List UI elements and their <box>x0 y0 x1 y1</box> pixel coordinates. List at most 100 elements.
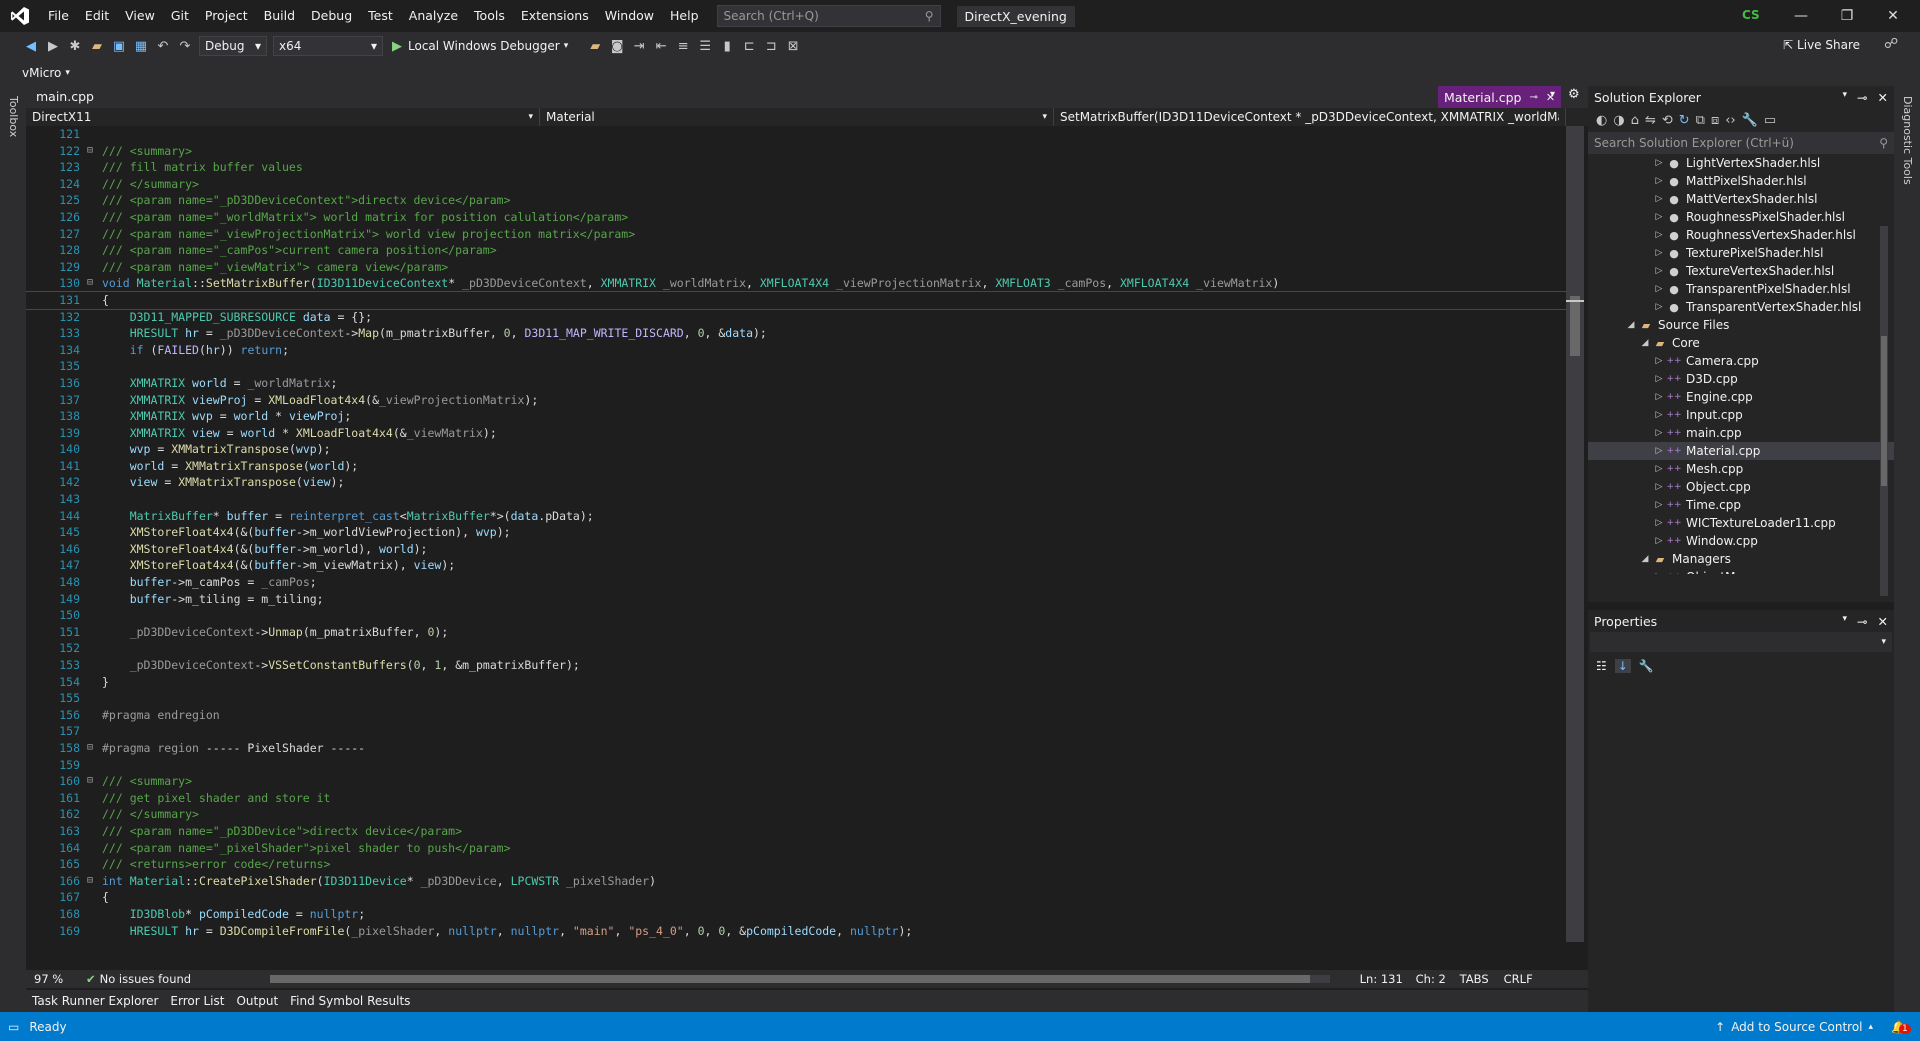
menu-item-analyze[interactable]: Analyze <box>401 0 466 32</box>
bookmark-clear-icon[interactable]: ⊠ <box>784 37 802 55</box>
collapsed-arrow-icon[interactable]: ▷ <box>1652 176 1666 186</box>
undo-icon[interactable]: ↶ <box>154 37 172 55</box>
new-project-icon[interactable]: ✱ <box>66 37 84 55</box>
back-icon[interactable]: ◐ <box>1596 113 1607 128</box>
tree-item[interactable]: ▷ ++ Input.cpp <box>1588 406 1894 424</box>
collapsed-arrow-icon[interactable]: ▷ <box>1652 266 1666 276</box>
collapsed-arrow-icon[interactable]: ▷ <box>1652 194 1666 204</box>
code-line[interactable]: 130 ⊟ void Material::SetMatrixBuffer(ID3D1… <box>26 275 1566 292</box>
code-line[interactable]: 160 ⊟ /// <summary> <box>26 773 1566 790</box>
tree-item[interactable]: ▷ ++ Time.cpp <box>1588 496 1894 514</box>
fold-marker-icon[interactable]: ⊟ <box>84 143 96 160</box>
visual-studio-logo-icon[interactable] <box>0 0 40 32</box>
bookmark-prev-icon[interactable]: ⊏ <box>740 37 758 55</box>
menu-item-git[interactable]: Git <box>163 0 197 32</box>
collapsed-arrow-icon[interactable]: ▷ <box>1652 446 1666 456</box>
menu-item-window[interactable]: Window <box>597 0 662 32</box>
collapsed-arrow-icon[interactable]: ▷ <box>1652 518 1666 528</box>
comment-icon[interactable]: ≡ <box>674 37 692 55</box>
search-box[interactable]: Search (Ctrl+Q) ⚲ <box>716 5 941 27</box>
scrollbar-thumb[interactable] <box>1570 296 1580 356</box>
close-window-icon[interactable]: ✕ <box>1870 0 1916 32</box>
hscroll-thumb[interactable] <box>269 975 1310 983</box>
collapsed-arrow-icon[interactable]: ▷ <box>1652 410 1666 420</box>
tree-item[interactable]: ▷ ++ Camera.cpp <box>1588 352 1894 370</box>
history-icon[interactable]: ⟲ <box>1662 113 1673 128</box>
code-line[interactable]: 147 XMStoreFloat4x4(&(buffer->m_viewMatr… <box>26 557 1566 574</box>
code-line[interactable]: 162 /// </summary> <box>26 806 1566 823</box>
editor-horizontal-scrollbar[interactable] <box>269 975 1330 983</box>
code-editor[interactable]: 121 122 ⊟ /// <summary> 123 /// fill matrix b… <box>26 126 1566 942</box>
code-line[interactable]: 158 ⊟ #pragma region ----- PixelShader ---… <box>26 740 1566 757</box>
collapsed-arrow-icon[interactable]: ▷ <box>1652 284 1666 294</box>
code-line[interactable]: 159 <box>26 757 1566 774</box>
code-line[interactable]: 131 { <box>26 290 1566 310</box>
collapsed-arrow-icon[interactable]: ▷ <box>1652 356 1666 366</box>
menu-item-project[interactable]: Project <box>197 0 256 32</box>
fold-marker-icon[interactable]: ⊟ <box>84 740 96 757</box>
scrollbar-thumb[interactable] <box>1881 336 1887 486</box>
collapsed-arrow-icon[interactable]: ▷ <box>1652 536 1666 546</box>
tree-item[interactable]: ▷ ● RoughnessPixelShader.hlsl <box>1588 208 1894 226</box>
tree-item[interactable]: ▷ ● TextureVertexShader.hlsl <box>1588 262 1894 280</box>
fold-marker-icon[interactable]: ⊟ <box>84 873 96 890</box>
code-line[interactable]: 123 /// fill matrix buffer values <box>26 159 1566 176</box>
tree-item[interactable]: ▷ ++ Object.cpp <box>1588 478 1894 496</box>
tree-item[interactable]: ◢ ▰ Source Files <box>1588 316 1894 334</box>
tree-item[interactable]: ▷++ ObjectManager.cpp <box>1588 568 1894 574</box>
chevron-down-icon[interactable]: ▾ <box>65 68 70 78</box>
forward-icon[interactable]: ◑ <box>1613 113 1624 128</box>
tree-item[interactable]: ▷ ++ Window.cpp <box>1588 532 1894 550</box>
tab-overflow-icon[interactable]: ▾ <box>1550 89 1555 100</box>
code-line[interactable]: 129 /// <param name="_viewMatrix"> camera… <box>26 259 1566 276</box>
chevron-down-icon[interactable]: ▾ <box>564 41 569 51</box>
indent-mode[interactable]: TABS <box>1460 972 1504 986</box>
collapsed-arrow-icon[interactable]: ▷ <box>1652 428 1666 438</box>
open-folder-icon[interactable]: ▰ <box>88 37 106 55</box>
code-line[interactable]: 153 _pD3DDeviceContext->VSSetConstantBuf… <box>26 657 1566 674</box>
code-line[interactable]: 134 if (FAILED(hr)) return; <box>26 342 1566 359</box>
toolbox-tab[interactable]: Toolbox <box>7 96 20 137</box>
wrench-icon[interactable]: 🔧 <box>1742 113 1758 128</box>
bookmark-icon[interactable]: ▮ <box>718 37 736 55</box>
collapsed-arrow-icon[interactable]: ▷ <box>1652 212 1666 222</box>
sync-icon[interactable]: ⇋ <box>1645 113 1656 128</box>
preview-icon[interactable]: ▭ <box>1764 113 1776 128</box>
collapsed-arrow-icon[interactable]: ▷ <box>1652 500 1666 510</box>
tree-item[interactable]: ▷ ● MattPixelShader.hlsl <box>1588 172 1894 190</box>
code-line[interactable]: 133 HRESULT hr = _pD3DDeviceContext->Map… <box>26 325 1566 342</box>
code-line[interactable]: 150 <box>26 607 1566 624</box>
code-line[interactable]: 142 view = XMMatrixTranspose(view); <box>26 474 1566 491</box>
project-dropdown[interactable]: DirectX11 ▾ <box>26 108 540 126</box>
menu-item-extensions[interactable]: Extensions <box>513 0 597 32</box>
tree-scrollbar[interactable] <box>1880 226 1888 596</box>
tree-item[interactable]: ▷ ++ Engine.cpp <box>1588 388 1894 406</box>
tree-item[interactable]: ▷ ++ D3D.cpp <box>1588 370 1894 388</box>
feedback-icon[interactable]: ☍ <box>1884 36 1898 52</box>
tree-item[interactable]: ▷ ● TexturePixelShader.hlsl <box>1588 244 1894 262</box>
gear-icon[interactable]: ⚙ <box>1568 87 1580 102</box>
code-line[interactable]: 168 ID3DBlob* pCompiledCode = nullptr; <box>26 906 1566 923</box>
tab-main-cpp[interactable]: main.cpp <box>36 86 94 108</box>
zoom-level[interactable]: 97 % <box>26 972 86 986</box>
tree-item[interactable]: ▷ ++ Mesh.cpp <box>1588 460 1894 478</box>
code-line[interactable]: 163 /// <param name="_pD3DDevice">directx… <box>26 823 1566 840</box>
bottom-tab[interactable]: Find Symbol Results <box>284 994 416 1008</box>
code-line[interactable]: 157 <box>26 723 1566 740</box>
properties-object-dropdown[interactable]: ▾ <box>1590 632 1892 652</box>
code-line[interactable]: 128 /// <param name="_camPos">current cam… <box>26 242 1566 259</box>
bottom-tab[interactable]: Output <box>230 994 284 1008</box>
tree-item[interactable]: ▷ ++ Material.cpp <box>1588 442 1894 460</box>
configuration-dropdown[interactable]: Debug ▾ <box>199 36 267 56</box>
play-icon[interactable]: ▶ <box>388 37 406 55</box>
pin-icon[interactable]: ⊸ <box>1530 92 1538 103</box>
code-line[interactable]: 151 _pD3DDeviceContext->Unmap(m_pmatrixB… <box>26 624 1566 641</box>
code-line[interactable]: 154} <box>26 674 1566 691</box>
folder-icon[interactable]: ▰ <box>586 37 604 55</box>
code-line[interactable]: 132 D3D11_MAPPED_SUBRESOURCE data = {}; <box>26 309 1566 326</box>
menu-item-build[interactable]: Build <box>256 0 303 32</box>
pin-icon[interactable]: ⊸ <box>1857 90 1867 105</box>
code-line[interactable]: 141 world = XMMatrixTranspose(world); <box>26 458 1566 475</box>
code-line[interactable]: 121 <box>26 126 1566 143</box>
collapse-all-icon[interactable]: ⧉ <box>1696 113 1705 128</box>
